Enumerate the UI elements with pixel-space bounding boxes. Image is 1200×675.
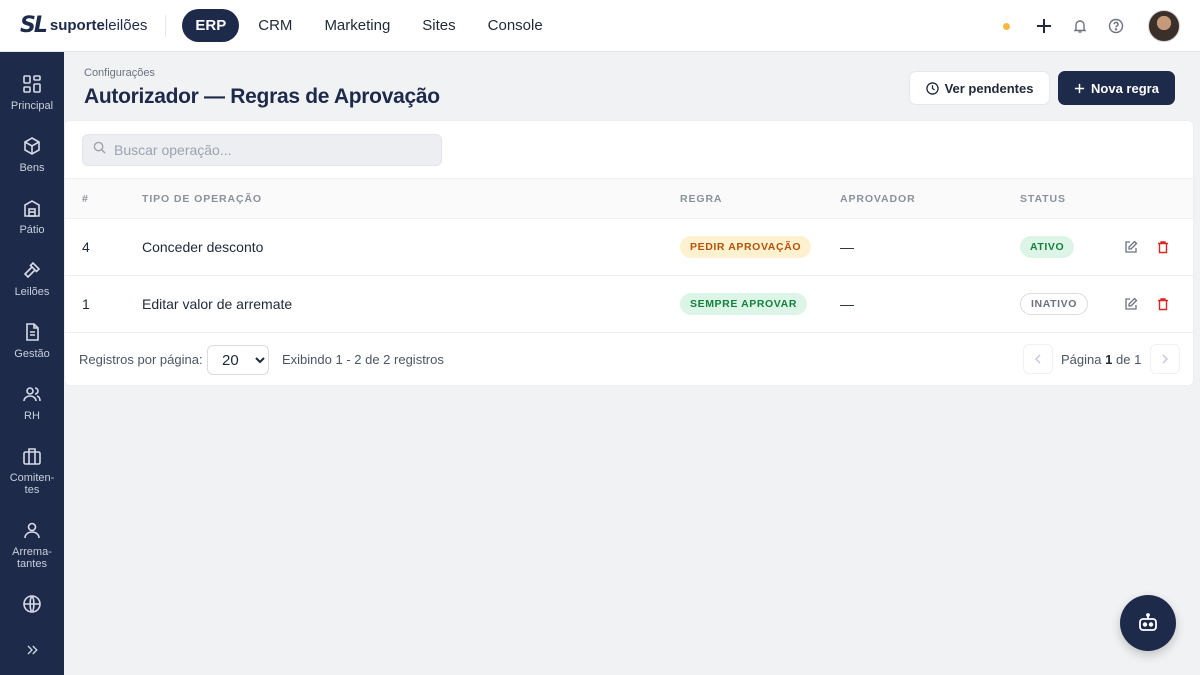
search-input[interactable]: [114, 142, 434, 158]
sidebar-item-arrematantes[interactable]: Arrema- tantes: [0, 520, 64, 570]
table-row[interactable]: 4 Conceder desconto PEDIR APROVAÇÃO — AT…: [65, 219, 1193, 276]
status-badge: INATIVO: [1020, 293, 1089, 315]
top-bar: SL suporteleilões ERP CRM Marketing Site…: [0, 0, 1200, 52]
bell-icon[interactable]: [1070, 16, 1090, 36]
per-page-label: Registros por página:: [79, 352, 203, 367]
sidebar-item-label: Comiten- tes: [9, 472, 55, 496]
edit-icon[interactable]: [1123, 296, 1139, 312]
rule-badge: SEMPRE APROVAR: [680, 293, 807, 315]
avatar[interactable]: [1148, 10, 1180, 42]
plus-icon: [1074, 83, 1085, 94]
sidebar-item-label: Arrema- tantes: [12, 546, 52, 570]
document-icon: [26, 323, 39, 341]
chevron-left-icon: [1035, 354, 1041, 364]
robot-icon: [1139, 613, 1157, 631]
gavel-icon: [23, 261, 41, 279]
dashboard-icon: [23, 75, 41, 93]
status-dot: [1003, 22, 1010, 30]
brand-mark: SL: [20, 13, 48, 38]
edit-icon[interactable]: [1123, 239, 1139, 255]
sidebar-item-label: Leilões: [14, 286, 50, 298]
box-icon: [24, 137, 40, 155]
prev-page-button[interactable]: [1023, 344, 1053, 374]
header-id: #: [82, 193, 89, 205]
top-actions: [1003, 0, 1180, 52]
sidebar-item-principal[interactable]: Principal: [0, 74, 64, 112]
sidebar-item-label: Pátio: [19, 224, 45, 236]
view-pending-button[interactable]: Ver pendentes: [909, 71, 1050, 105]
rules-card: # TIPO DE OPERAÇÃO REGRA APROVADOR STATU…: [64, 120, 1194, 386]
page-title: Autorizador — Regras de Aprovação: [84, 85, 440, 108]
sidebar-item-gestao[interactable]: Gestão: [0, 322, 64, 360]
row-operation-type: Editar valor de arremate: [142, 296, 293, 312]
next-page-button[interactable]: [1150, 344, 1180, 374]
sidebar-item-sites[interactable]: [0, 594, 64, 614]
header-status[interactable]: STATUS: [1020, 193, 1066, 205]
chevrons-right-icon: [27, 645, 38, 655]
topnav-crm[interactable]: CRM: [245, 9, 305, 42]
topnav-marketing[interactable]: Marketing: [311, 9, 403, 42]
sidebar-expand[interactable]: [0, 642, 64, 658]
header-rule[interactable]: REGRA: [680, 193, 722, 205]
help-icon[interactable]: [1106, 16, 1126, 36]
chevron-right-icon: [1162, 354, 1168, 364]
records-info: Exibindo 1 - 2 de 2 registros: [282, 352, 444, 367]
row-id: 1: [82, 296, 90, 312]
topnav-sites[interactable]: Sites: [409, 9, 468, 42]
row-operation-type: Conceder desconto: [142, 239, 264, 255]
sidebar-item-label: Gestão: [14, 348, 50, 360]
rule-badge: PEDIR APROVAÇÃO: [680, 236, 812, 258]
table-footer: Registros por página: 20 Exibindo 1 - 2 …: [65, 333, 1193, 385]
delete-icon[interactable]: [1155, 239, 1171, 255]
sidebar-item-comitentes[interactable]: Comiten- tes: [0, 446, 64, 496]
sidebar: Principal Bens Pátio Leilões Gestão RH C…: [0, 52, 64, 675]
search-box: [82, 134, 442, 166]
sidebar-item-patio[interactable]: Pátio: [0, 198, 64, 236]
clock-icon: [925, 81, 939, 95]
breadcrumb[interactable]: Configurações: [84, 67, 155, 79]
sidebar-item-label: RH: [24, 410, 40, 422]
topnav-console[interactable]: Console: [475, 9, 556, 42]
warehouse-icon: [24, 200, 40, 217]
per-page-select[interactable]: 20: [207, 345, 269, 375]
globe-icon: [23, 595, 41, 613]
header-operation-type[interactable]: TIPO DE OPERAÇÃO: [142, 193, 262, 205]
row-id: 4: [82, 239, 90, 255]
row-approver: —: [840, 239, 854, 255]
row-approver: —: [840, 296, 854, 312]
header-approver[interactable]: APROVADOR: [840, 193, 916, 205]
sidebar-item-rh[interactable]: RH: [0, 384, 64, 422]
briefcase-icon: [23, 448, 41, 465]
sidebar-item-leiloes[interactable]: Leilões: [0, 260, 64, 298]
delete-icon[interactable]: [1155, 296, 1171, 312]
table-row[interactable]: 1 Editar valor de arremate SEMPRE APROVA…: [65, 276, 1193, 333]
plus-icon[interactable]: [1034, 16, 1054, 36]
top-nav: ERP CRM Marketing Sites Console: [182, 9, 555, 42]
view-pending-label: Ver pendentes: [944, 80, 1034, 96]
brand-name: suporteleilões: [49, 17, 148, 34]
new-rule-label: Nova regra: [1091, 80, 1159, 96]
brand-logo[interactable]: SL suporteleilões: [20, 0, 147, 52]
sidebar-item-label: Bens: [19, 162, 45, 174]
assistant-bot-button[interactable]: [1120, 595, 1176, 651]
table-header: # TIPO DE OPERAÇÃO REGRA APROVADOR STATU…: [65, 178, 1193, 219]
page-indicator: Página 1 de 1: [1061, 352, 1142, 367]
user-icon: [24, 522, 40, 539]
sidebar-item-bens[interactable]: Bens: [0, 136, 64, 174]
brand-divider: [165, 14, 167, 37]
search-icon: [93, 141, 106, 159]
status-badge: ATIVO: [1020, 236, 1075, 258]
new-rule-button[interactable]: Nova regra: [1058, 71, 1175, 105]
sidebar-item-label: Principal: [10, 100, 54, 112]
users-icon: [23, 387, 41, 402]
topnav-erp[interactable]: ERP: [182, 9, 240, 42]
